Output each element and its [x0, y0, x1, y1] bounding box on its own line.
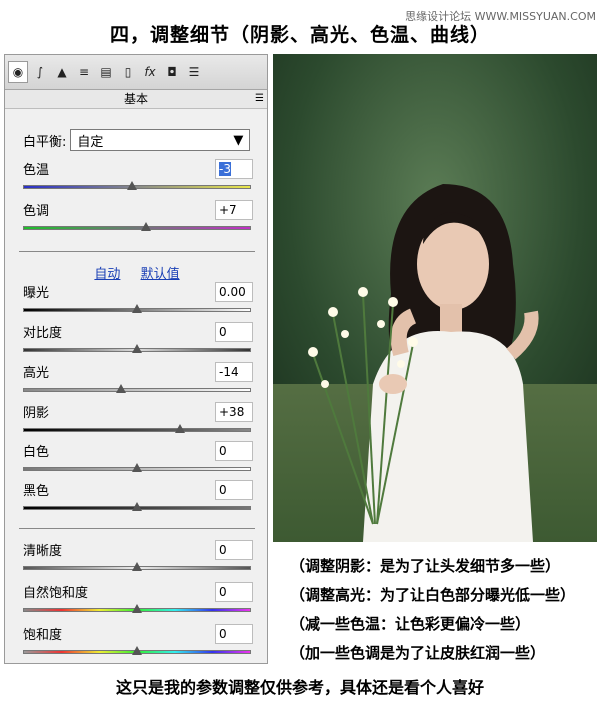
- divider: [19, 251, 255, 252]
- white-balance-label: 白平衡:: [23, 134, 67, 150]
- slider-value: -14: [219, 365, 239, 379]
- slider-5[interactable]: 高光 -14: [23, 362, 253, 396]
- slider-value: -3: [219, 162, 231, 176]
- slider-value-field[interactable]: 0: [215, 480, 253, 500]
- slider-value: 0.00: [219, 285, 246, 299]
- slider-label: 对比度: [23, 326, 63, 341]
- slider-label: 黑色: [23, 484, 50, 499]
- white-balance-select[interactable]: 自定 ▼: [70, 129, 251, 151]
- slider-value: 0: [219, 543, 227, 557]
- slider-value-field[interactable]: 0: [215, 540, 253, 560]
- white-balance-row: 白平衡: 自定 ▼: [23, 129, 251, 151]
- slider-11[interactable]: 饱和度 0: [23, 624, 253, 658]
- note-line: （调整高光：为了让白色部分曝光低一些）: [290, 586, 576, 604]
- slider-thumb[interactable]: [132, 463, 142, 472]
- slider-label: 阴影: [23, 406, 50, 421]
- slider-value: +7: [219, 203, 237, 217]
- slider-thumb[interactable]: [132, 562, 142, 571]
- slider-value-field[interactable]: 0.00: [215, 282, 253, 302]
- slider-thumb[interactable]: [132, 646, 142, 655]
- slider-track[interactable]: [23, 388, 251, 392]
- basic-tab-icon[interactable]: ◉: [8, 61, 28, 83]
- slider-value: 0: [219, 325, 227, 339]
- slider-track[interactable]: [23, 428, 251, 432]
- effects-tab-icon[interactable]: fx: [140, 61, 160, 83]
- slider-2[interactable]: 色调 +7: [23, 200, 253, 234]
- camera-raw-panel: ◉ ∫ ▲ ≡ ▤ ▯ fx ◘ ☰ 基本 ☰ 白平衡: 自定 ▼ 色温 -3 色调…: [4, 54, 268, 664]
- slider-label: 饱和度: [23, 628, 63, 643]
- slider-3[interactable]: 曝光 0.00: [23, 282, 253, 316]
- slider-thumb[interactable]: [127, 181, 138, 190]
- slider-thumb[interactable]: [116, 384, 127, 393]
- slider-value-field[interactable]: +7: [215, 200, 253, 220]
- hsl-tab-icon[interactable]: ≡: [74, 61, 94, 83]
- slider-value-field[interactable]: -14: [215, 362, 253, 382]
- slider-label: 色调: [23, 204, 50, 219]
- slider-track[interactable]: [23, 226, 251, 230]
- section-title: 基本: [123, 92, 148, 106]
- slider-thumb[interactable]: [141, 222, 152, 231]
- slider-value-field[interactable]: 0: [215, 624, 253, 644]
- slider-value: 0: [219, 627, 227, 641]
- default-link[interactable]: 默认值: [141, 267, 180, 282]
- auto-link[interactable]: 自动: [94, 267, 120, 282]
- section-header: 基本 ☰: [5, 90, 267, 109]
- note-line: （减一些色温：让色彩更偏冷一些）: [290, 615, 531, 633]
- portrait-photo: [273, 54, 597, 542]
- slider-label: 自然饱和度: [23, 586, 89, 601]
- slider-label: 清晰度: [23, 544, 63, 559]
- divider: [19, 528, 255, 529]
- slider-label: 曝光: [23, 286, 50, 301]
- adjustment-notes: （调整阴影：是为了让头发细节多一些） （调整高光：为了让白色部分曝光低一些） （…: [290, 552, 575, 668]
- slider-8[interactable]: 黑色 0: [23, 480, 253, 514]
- slider-label: 白色: [23, 445, 50, 460]
- chevron-down-icon: ▼: [233, 132, 244, 148]
- slider-label: 色温: [23, 163, 50, 178]
- slider-value: +38: [219, 405, 245, 419]
- slider-value: 0: [219, 483, 227, 497]
- slider-4[interactable]: 对比度 0: [23, 322, 253, 356]
- detail-tab-icon[interactable]: ▲: [52, 61, 72, 83]
- slider-value-field[interactable]: 0: [215, 322, 253, 342]
- slider-thumb[interactable]: [132, 502, 142, 511]
- slider-label: 高光: [23, 366, 50, 381]
- slider-10[interactable]: 自然饱和度 0: [23, 582, 253, 616]
- slider-value-field[interactable]: 0: [215, 582, 253, 602]
- panel-menu-icon[interactable]: ☰: [255, 90, 264, 108]
- slider-thumb[interactable]: [132, 344, 142, 353]
- slider-value-field[interactable]: +38: [215, 402, 253, 422]
- slider-value: 0: [219, 444, 227, 458]
- slider-value-field[interactable]: 0: [215, 441, 253, 461]
- footer-caption: 这只是我的参数调整仅供参考，具体还是看个人喜好: [115, 678, 484, 697]
- slider-value: 0: [219, 585, 227, 599]
- slider-value-field[interactable]: -3: [215, 159, 253, 179]
- slider-7[interactable]: 白色 0: [23, 441, 253, 475]
- auto-default-row: 自动 默认值: [5, 263, 269, 282]
- presets-tab-icon[interactable]: ☰: [184, 61, 204, 83]
- tone-curve-tab-icon[interactable]: ∫: [30, 61, 50, 83]
- lens-corrections-tab-icon[interactable]: ▯: [118, 61, 138, 83]
- slider-thumb[interactable]: [132, 604, 142, 613]
- page-title: 四，调整细节（阴影、高光、色温、曲线）: [109, 24, 490, 46]
- split-toning-tab-icon[interactable]: ▤: [96, 61, 116, 83]
- slider-thumb[interactable]: [175, 424, 186, 433]
- slider-9[interactable]: 清晰度 0: [23, 540, 253, 574]
- note-line: （调整阴影：是为了让头发细节多一些）: [290, 557, 561, 575]
- white-balance-value: 自定: [77, 134, 104, 150]
- slider-6[interactable]: 阴影 +38: [23, 402, 253, 436]
- slider-1[interactable]: 色温 -3: [23, 159, 253, 193]
- panel-tab-bar: ◉ ∫ ▲ ≡ ▤ ▯ fx ◘ ☰: [5, 55, 267, 90]
- camera-calibration-tab-icon[interactable]: ◘: [162, 61, 182, 83]
- slider-thumb[interactable]: [132, 304, 142, 313]
- note-line: （加一些色调是为了让皮肤红润一些）: [290, 644, 546, 662]
